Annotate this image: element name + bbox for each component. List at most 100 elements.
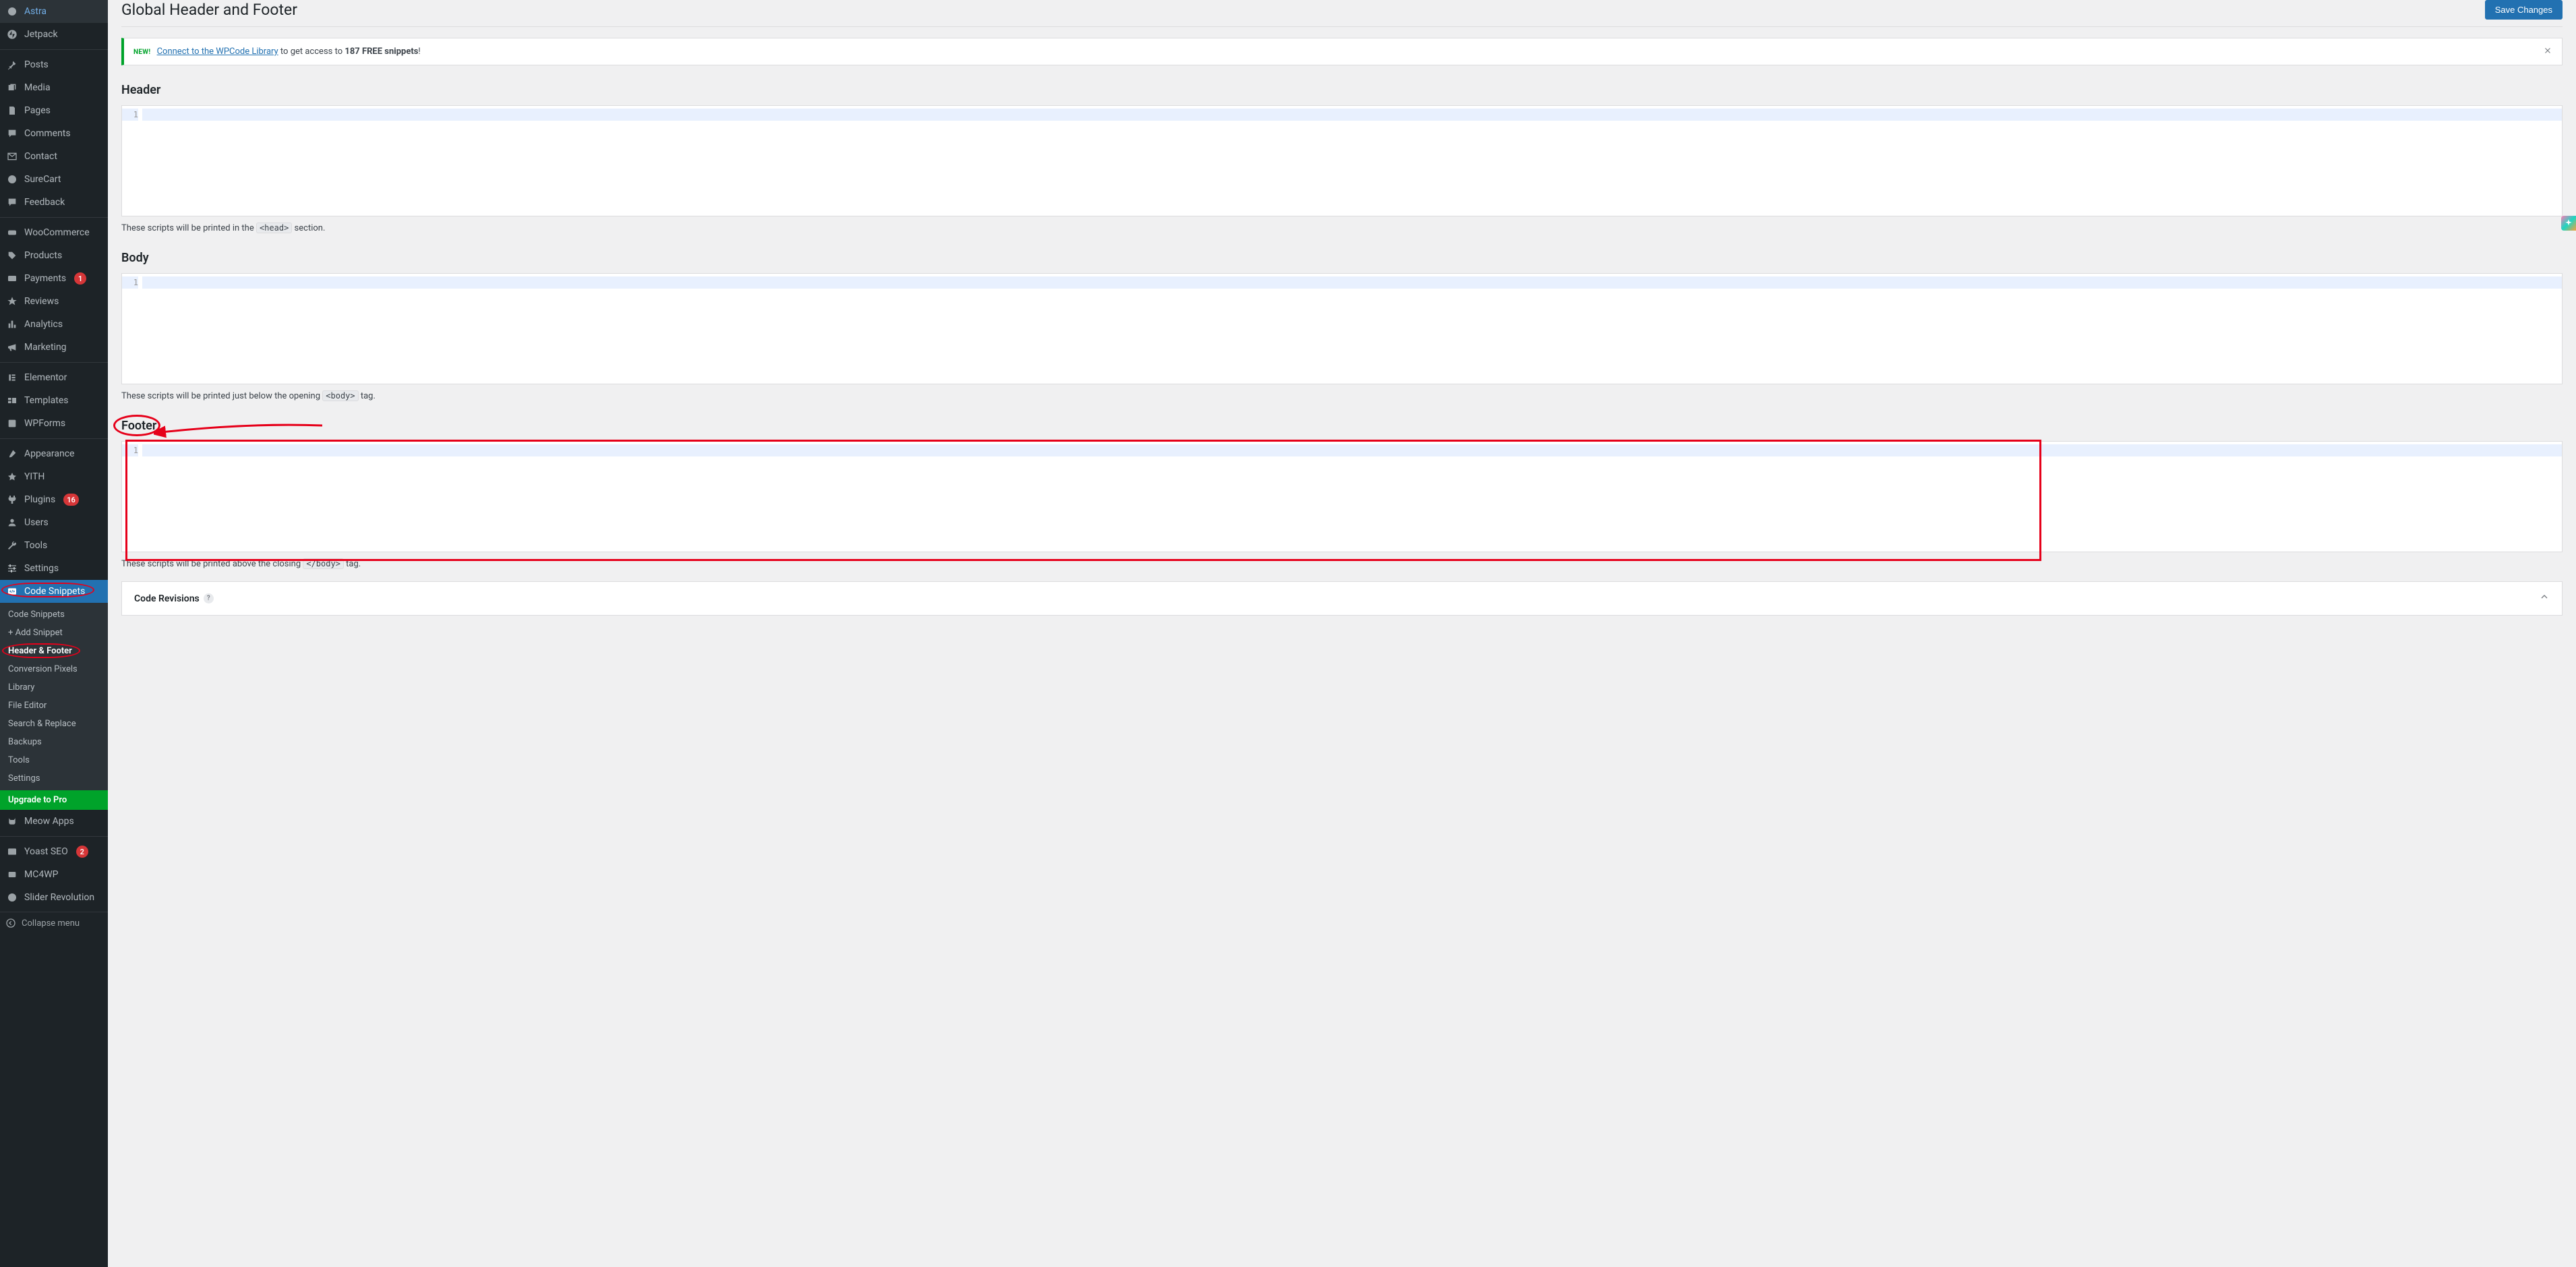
sidebar-item-label: Elementor [24, 372, 67, 383]
footer-hint: These scripts will be printed above the … [121, 559, 2563, 569]
submenu-search-replace[interactable]: Search & Replace [0, 715, 108, 733]
sidebar-item-jetpack[interactable]: Jetpack [0, 23, 108, 46]
dismiss-notice-button[interactable] [2543, 45, 2552, 58]
hint-code: </body> [303, 558, 344, 569]
body-hint: These scripts will be printed just below… [121, 391, 2563, 401]
megaphone-icon [5, 341, 19, 354]
sidebar-item-appearance[interactable]: Appearance [0, 438, 108, 465]
sidebar-item-reviews[interactable]: Reviews [0, 290, 108, 313]
sidebar-item-code-snippets[interactable]: Code Snippets [0, 580, 108, 603]
sidebar-item-label: MC4WP [24, 869, 58, 880]
brush-icon [5, 447, 19, 461]
sidebar-item-plugins[interactable]: Plugins 16 [0, 488, 108, 511]
chevron-up-icon[interactable] [2539, 591, 2550, 606]
wrench-icon [5, 539, 19, 552]
sparkle-icon [2564, 218, 2573, 228]
sidebar-item-label: Tools [24, 540, 47, 551]
sidebar-item-marketing[interactable]: Marketing [0, 336, 108, 359]
header-section-title: Header [121, 83, 2563, 97]
line-number: 1 [122, 109, 138, 121]
code-textarea[interactable] [142, 442, 2562, 552]
sidebar-item-comments[interactable]: Comments [0, 122, 108, 145]
code-revisions-panel[interactable]: Code Revisions ? [121, 581, 2563, 616]
hint-text: These scripts will be printed in the [121, 223, 256, 233]
templates-icon [5, 394, 19, 407]
mail-icon [5, 150, 19, 163]
collapse-menu[interactable]: Collapse menu [0, 912, 108, 934]
footer-section-title: Footer [121, 419, 2563, 433]
save-changes-button[interactable]: Save Changes [2485, 0, 2563, 20]
submenu-library[interactable]: Library [0, 678, 108, 697]
close-icon [2543, 46, 2552, 55]
sidebar-item-yoast-seo[interactable]: Yoast SEO 2 [0, 836, 108, 863]
submenu-backups[interactable]: Backups [0, 733, 108, 751]
line-gutter: 1 [122, 442, 142, 552]
sidebar-item-label: Media [24, 82, 51, 93]
sidebar-item-settings[interactable]: Settings [0, 557, 108, 580]
footer-code-editor[interactable]: 1 [121, 441, 2563, 552]
line-number: 1 [122, 276, 138, 289]
sidebar-item-payments[interactable]: Payments 1 [0, 267, 108, 290]
sidebar-item-label: Slider Revolution [24, 892, 94, 903]
sidebar-item-feedback[interactable]: Feedback [0, 191, 108, 214]
products-icon [5, 249, 19, 262]
sidebar-item-wpforms[interactable]: WPForms [0, 412, 108, 435]
plugin-icon [5, 493, 19, 506]
hint-text: section. [295, 223, 326, 233]
sidebar-item-label: Settings [24, 563, 59, 574]
sidebar-item-media[interactable]: Media [0, 76, 108, 99]
sidebar-item-surecart[interactable]: SureCart [0, 168, 108, 191]
sidebar-item-templates[interactable]: Templates [0, 389, 108, 412]
sidebar-item-analytics[interactable]: Analytics [0, 313, 108, 336]
sidebar-item-meow-apps[interactable]: Meow Apps [0, 810, 108, 833]
sidebar-item-label: Plugins [24, 494, 55, 505]
notice-text-before: to get access to [278, 47, 345, 57]
help-icon[interactable]: ? [204, 593, 214, 603]
hint-text: These scripts will be printed just below… [121, 391, 322, 401]
submenu-settings[interactable]: Settings [0, 769, 108, 788]
line-gutter: 1 [122, 274, 142, 384]
sidebar-item-tools[interactable]: Tools [0, 534, 108, 557]
sidebar-item-label: Reviews [24, 296, 59, 307]
sidebar-item-products[interactable]: Products [0, 244, 108, 267]
header-hint: These scripts will be printed in the <he… [121, 223, 2563, 233]
submenu-header-footer[interactable]: Header & Footer [0, 642, 108, 660]
library-notice: NEW! Connect to the WPCode Library to ge… [121, 38, 2563, 65]
sidebar-item-astra[interactable]: Astra [0, 0, 108, 23]
sidebar-item-slider-revolution[interactable]: Slider Revolution [0, 886, 108, 909]
code-textarea[interactable] [142, 106, 2562, 216]
submenu-conversion-pixels[interactable]: Conversion Pixels [0, 660, 108, 678]
sidebar-item-yith[interactable]: YITH [0, 465, 108, 488]
sidebar-item-mc4wp[interactable]: MC4WP [0, 863, 108, 886]
sidebar-item-contact[interactable]: Contact [0, 145, 108, 168]
upgrade-to-pro[interactable]: Upgrade to Pro [0, 790, 108, 810]
sidebar-item-woocommerce[interactable]: WooCommerce [0, 217, 108, 244]
connect-library-link[interactable]: Connect to the WPCode Library [157, 47, 278, 57]
collapse-icon [5, 918, 16, 929]
body-code-editor[interactable]: 1 [121, 273, 2563, 384]
submenu-file-editor[interactable]: File Editor [0, 697, 108, 715]
sidebar-item-users[interactable]: Users [0, 511, 108, 534]
hint-text: These scripts will be printed above the … [121, 559, 303, 569]
sidebar-item-label: Code Snippets [24, 586, 85, 597]
sidebar-item-posts[interactable]: Posts [0, 49, 108, 76]
slider-rev-icon [5, 891, 19, 904]
submenu-tools[interactable]: Tools [0, 751, 108, 769]
feedback-icon [5, 196, 19, 209]
wpforms-icon [5, 417, 19, 430]
sidebar-item-label: SureCart [24, 174, 61, 185]
floating-help-button[interactable] [2561, 216, 2576, 231]
hint-code: <head> [256, 223, 292, 233]
page-icon [5, 104, 19, 117]
code-textarea[interactable] [142, 274, 2562, 384]
sidebar-item-pages[interactable]: Pages [0, 99, 108, 122]
submenu-add-snippet[interactable]: + Add Snippet [0, 624, 108, 642]
header-code-editor[interactable]: 1 [121, 105, 2563, 216]
page-title: Global Header and Footer [121, 1, 297, 19]
submenu-code-snippets[interactable]: Code Snippets [0, 606, 108, 624]
astra-icon [5, 5, 19, 18]
woo-icon [5, 226, 19, 239]
badge: 2 [76, 846, 88, 858]
line-gutter: 1 [122, 106, 142, 216]
sidebar-item-elementor[interactable]: Elementor [0, 362, 108, 389]
